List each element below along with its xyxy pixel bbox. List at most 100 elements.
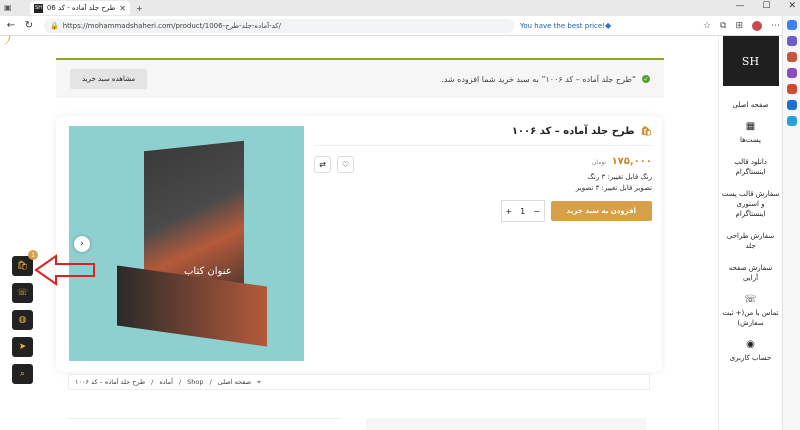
quantity-stepper[interactable]: − 1 + — [500, 200, 545, 222]
sidebar-item-label: سفارش قالب پست و استوری اینستاگرام — [721, 190, 780, 218]
profile-icon[interactable]: ▣ — [4, 3, 12, 12]
breadcrumb-current: طرح جلد آماده – کد ۱۰۰۶ — [75, 378, 146, 386]
check-icon: ✓ — [642, 75, 650, 83]
sidebar-item-order-instagram[interactable]: سفارش قالب پست و استوری اینستاگرام — [720, 183, 782, 225]
telegram-icon[interactable] — [786, 116, 797, 126]
carousel-next-icon[interactable]: › — [74, 236, 90, 252]
sidebar-item-label: تماس با من(+ ثبت سفارش) — [722, 309, 779, 327]
search-float-button[interactable]: ⌕ — [12, 364, 33, 384]
favorites-icon[interactable]: ☆ — [703, 21, 711, 31]
briefcase-icon[interactable] — [786, 52, 797, 62]
grid-icon: ▦ — [745, 121, 756, 132]
avatar[interactable] — [752, 20, 762, 31]
window-left-icons: ▣ — [4, 3, 12, 12]
product-image[interactable]: عنوان کتاب › — [69, 126, 304, 361]
refresh-icon[interactable]: ↻ — [22, 20, 36, 31]
breadcrumb-separator: / — [178, 378, 182, 386]
quantity-value[interactable]: 1 — [516, 207, 530, 216]
address-bar: ← ↻ 🔒 https://mohammadshaheri.com/produc… — [0, 16, 800, 36]
attr-image: تصویر قابل تغییر: ۳ تصویر — [575, 184, 652, 192]
book-cover-title: عنوان کتاب — [184, 266, 232, 277]
close-tab-icon[interactable]: ✕ — [119, 4, 126, 13]
bag-icon: 🛍 — [16, 261, 29, 271]
toolbar-icons: ☆ ⧉ ⊞ ⋯ — [703, 20, 780, 31]
whatsapp-icon: ◍ — [18, 315, 27, 325]
location-icon: ⌖ — [257, 377, 261, 386]
back-icon[interactable]: ← — [4, 20, 18, 31]
wishlist-heart-icon[interactable]: ♡ — [337, 156, 354, 173]
phone-float-button[interactable]: ☏ — [12, 283, 33, 303]
book-mockup-lying — [117, 265, 267, 347]
minimize-icon[interactable]: — — [735, 1, 744, 11]
send-icon: ➤ — [18, 342, 27, 352]
decrease-quantity-button[interactable]: − — [530, 207, 544, 216]
sidebar-item-order-layout[interactable]: سفارش صفحه آرایی — [720, 257, 782, 289]
phone-icon: ☏ — [16, 288, 29, 298]
whatsapp-float-button[interactable]: ◍ — [12, 310, 33, 330]
sidebar-item-account[interactable]: ◉ حساب کاربری — [720, 334, 782, 369]
sidebar-item-label: سفارش طراحی جلد — [726, 232, 775, 250]
cart-float-button[interactable]: 🛍 1 — [12, 250, 38, 276]
tag-icon[interactable] — [786, 36, 797, 46]
view-cart-button[interactable]: مشاهده سبد خرید — [70, 69, 148, 89]
close-window-icon[interactable]: ✕ — [788, 1, 796, 11]
browser-tab[interactable]: SH طرح جلد آماده - کد 1006 - محمد ✕ — [30, 1, 130, 15]
outlook-icon[interactable] — [786, 100, 797, 110]
price-tag-icon[interactable]: ◆ — [605, 21, 611, 30]
sidebar-item-label: سفارش صفحه آرایی — [728, 264, 773, 282]
product-card: عنوان کتاب › 🛍 طرح جلد آماده – کد ۱۰۰۶ ♡… — [56, 116, 662, 372]
product-title-text: طرح جلد آماده – کد ۱۰۰۶ — [511, 126, 635, 137]
compare-icon[interactable]: ⇄ — [314, 156, 331, 173]
collections-icon[interactable]: ⊞ — [735, 21, 743, 31]
more-icon[interactable]: ⋯ — [771, 21, 780, 31]
telegram-float-button[interactable]: ➤ — [12, 337, 33, 357]
product-actions: ♡ ⇄ — [314, 156, 354, 173]
edge-sidebar — [782, 16, 800, 430]
sidebar-item-home[interactable]: صفحه اصلی — [720, 94, 782, 116]
purchase-row: افزودن به سبد خرید − 1 + — [314, 200, 652, 222]
breadcrumb-category[interactable]: آماده — [159, 378, 173, 386]
breadcrumb-separator: / — [209, 378, 212, 386]
sidebar-item-label: پست‌ها — [740, 136, 761, 144]
maximize-icon[interactable]: ☐ — [762, 1, 770, 11]
increase-quantity-button[interactable]: + — [502, 207, 516, 216]
notice-text: “طرح جلد آماده – کد ۱۰۰۶” به سبد خرید شم… — [441, 74, 636, 84]
web-page: SH صفحه اصلی ▦ پست‌ها دانلود قالب اینستا… — [0, 36, 782, 430]
breadcrumb: ⌖ صفحه اصلی / Shop / آماده / طرح جلد آما… — [68, 374, 650, 390]
add-to-cart-button[interactable]: افزودن به سبد خرید — [550, 201, 652, 221]
lower-section-right — [366, 418, 646, 430]
tab-favicon: SH — [34, 3, 43, 13]
product-title: 🛍 طرح جلد آماده – کد ۱۰۰۶ — [314, 126, 652, 146]
breadcrumb-separator: / — [151, 378, 154, 386]
copilot-icon[interactable] — [786, 20, 797, 30]
split-icon[interactable]: ⧉ — [720, 21, 726, 31]
lower-section-left — [66, 418, 342, 430]
attr-color: رنگ قابل تغییر: ۳ رنگ — [587, 173, 652, 181]
games-icon[interactable] — [786, 68, 797, 78]
user-icon: ◉ — [746, 339, 755, 350]
url-field[interactable]: 🔒 https://mohammadshaheri.com/product/10… — [44, 18, 514, 33]
sidebar-item-label: صفحه اصلی — [732, 101, 769, 109]
window-controls: — ☐ ✕ — [735, 1, 796, 11]
office-icon[interactable] — [786, 84, 797, 94]
sidebar-item-posts[interactable]: ▦ پست‌ها — [720, 116, 782, 151]
breadcrumb-home[interactable]: صفحه اصلی — [218, 378, 251, 386]
sidebar-item-label: حساب کاربری — [729, 354, 772, 362]
price-currency: تومان — [591, 159, 607, 166]
lock-icon: 🔒 — [50, 21, 59, 30]
url-text: https://mohammadshaheri.com/product/1006… — [62, 21, 281, 30]
sidebar-item-contact[interactable]: ☏ تماس با من(+ ثبت سفارش) — [720, 289, 782, 334]
sidebar-item-label: دانلود قالب اینستاگرام — [734, 158, 767, 176]
site-logo[interactable]: SH — [722, 36, 779, 86]
floating-actions: 🛍 1 ☏ ◍ ➤ ⌕ — [12, 250, 38, 384]
promo-text[interactable]: You have the best price! — [520, 22, 605, 30]
annotation-arrow — [34, 254, 95, 286]
site-sidebar: SH صفحه اصلی ▦ پست‌ها دانلود قالب اینستا… — [718, 36, 782, 430]
corner-decoration — [0, 36, 10, 46]
phone-icon: ☏ — [744, 294, 757, 305]
breadcrumb-shop[interactable]: Shop — [187, 378, 203, 386]
sidebar-item-order-cover[interactable]: سفارش طراحی جلد — [720, 225, 782, 257]
search-icon: ⌕ — [19, 369, 26, 379]
new-tab-button[interactable]: + — [136, 4, 143, 13]
sidebar-item-download-templates[interactable]: دانلود قالب اینستاگرام — [720, 151, 782, 183]
